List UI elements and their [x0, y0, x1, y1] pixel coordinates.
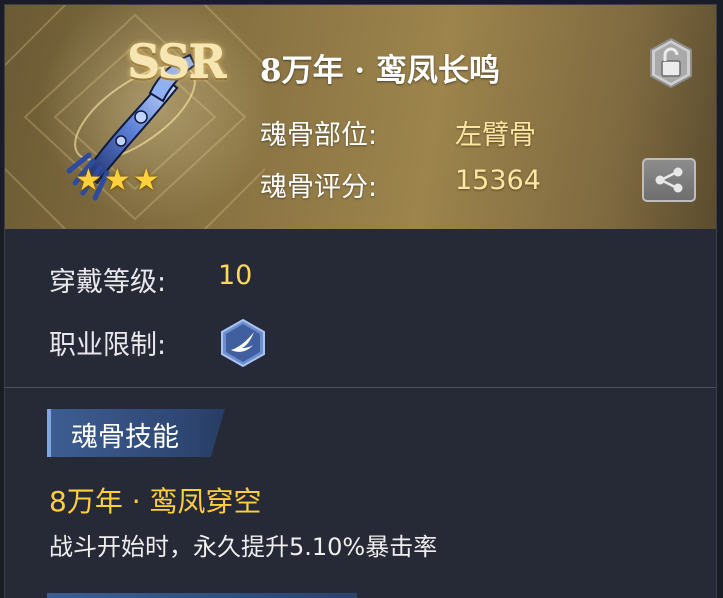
star-rating: ★★★ [75, 163, 162, 198]
share-button[interactable] [642, 158, 696, 202]
next-section-tab [47, 593, 357, 598]
rarity-badge: SSR [127, 35, 227, 89]
skill-section-title: 魂骨技能 [71, 422, 179, 453]
level-value: 10 [218, 260, 253, 291]
score-value: 15364 [455, 165, 541, 196]
part-value: 左臂骨 [455, 120, 536, 151]
score-label: 魂骨评分: [260, 172, 378, 203]
class-label: 职业限制: [49, 330, 167, 361]
item-header: SSR ★★★ 8万年 · 鸾凤长鸣 魂骨部位: 左臂骨 魂骨评分: 15364 [5, 5, 716, 229]
lock-icon[interactable] [645, 35, 697, 91]
section-divider [5, 387, 716, 388]
skill-section-tab: 魂骨技能 [47, 409, 225, 457]
item-name: 8万年 · 鸾凤长鸣 [260, 53, 500, 89]
part-label: 魂骨部位: [260, 120, 378, 151]
share-icon [655, 167, 683, 193]
wing-icon[interactable] [218, 318, 268, 368]
soul-bone-detail-panel: SSR ★★★ 8万年 · 鸾凤长鸣 魂骨部位: 左臂骨 魂骨评分: 15364… [4, 4, 717, 598]
level-label: 穿戴等级: [49, 267, 167, 298]
skill-name: 8万年 · 鸾凤穿空 [49, 485, 262, 518]
skill-description: 战斗开始时，永久提升5.10%暴击率 [49, 533, 438, 561]
